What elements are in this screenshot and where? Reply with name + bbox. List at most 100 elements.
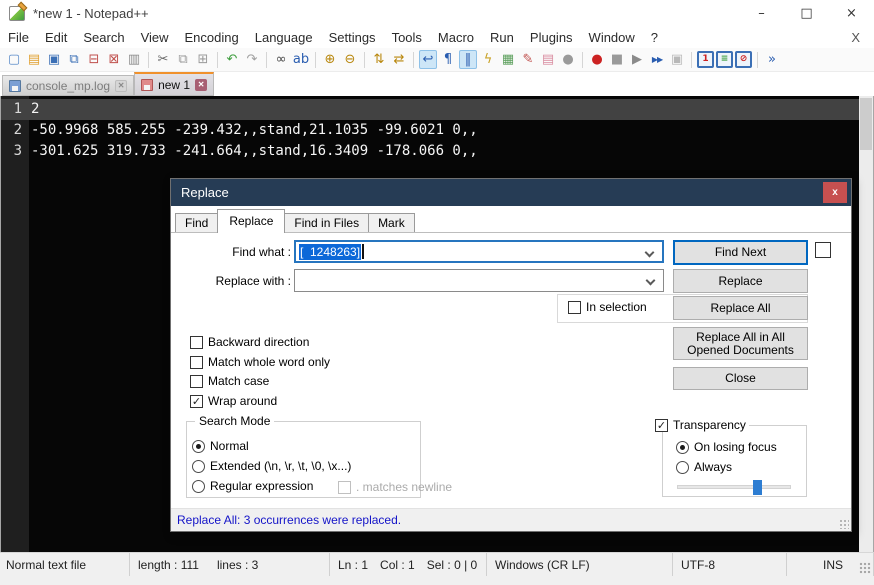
editor-line[interactable]: 2-50.9968 585.255 -239.432,,stand,21.103… <box>1 120 859 141</box>
macro-playback-icon[interactable]: ▶ <box>628 50 646 69</box>
tab-close-icon[interactable]: ✕ <box>115 80 127 92</box>
copy-icon[interactable]: ⧉ <box>174 50 192 69</box>
backward-direction-checkbox[interactable]: Backward direction <box>190 335 309 349</box>
print-icon[interactable]: ▥ <box>125 50 143 69</box>
undo-icon[interactable]: ↶ <box>223 50 241 69</box>
line-text[interactable]: -301.625 319.733 -241.664,,stand,16.3409… <box>29 141 478 162</box>
function-completion-icon[interactable]: ϟ <box>479 50 497 69</box>
sync-horizontal-scrolling-icon[interactable]: ⇄ <box>390 50 408 69</box>
search-mode-normal-radio[interactable]: Normal <box>192 439 249 453</box>
menu-item-plugins[interactable]: Plugins <box>522 28 581 47</box>
sync-vertical-scrolling-icon[interactable]: ⇅ <box>370 50 388 69</box>
file-monitoring-icon[interactable]: ● <box>559 50 577 69</box>
search-mode-extended-radio[interactable]: Extended (\n, \r, \t, \0, \x...) <box>192 459 351 473</box>
close-all-icon[interactable]: ⊠ <box>105 50 123 69</box>
macro-stop-icon[interactable]: ■ <box>608 50 626 69</box>
tab-close-icon[interactable]: ✕ <box>195 79 207 91</box>
status-lines: lines : 3 <box>217 558 258 572</box>
menu-item-settings[interactable]: Settings <box>321 28 384 47</box>
wrap-around-checkbox[interactable]: ✓ Wrap around <box>190 394 277 408</box>
find-what-combobox[interactable]: [ 1248263] <box>294 240 664 263</box>
title-bar[interactable]: *new 1 - Notepad++ – □ × <box>0 0 874 26</box>
macro-save-icon[interactable]: ▣ <box>668 50 686 69</box>
on-losing-focus-radio[interactable]: On losing focus <box>676 440 777 454</box>
line-number[interactable]: 2 <box>1 120 29 141</box>
minimize-icon[interactable]: – <box>739 0 784 26</box>
menu-item-file[interactable]: File <box>0 28 37 47</box>
menu-item-tools[interactable]: Tools <box>384 28 430 47</box>
menu-item-language[interactable]: Language <box>247 28 321 47</box>
toolbar-separator <box>691 52 692 68</box>
close-file-icon[interactable]: ⊟ <box>85 50 103 69</box>
open-folder-icon[interactable]: ▤ <box>25 50 43 69</box>
maximize-icon[interactable]: □ <box>784 0 829 26</box>
dialog-resize-grip[interactable] <box>839 519 849 529</box>
redo-icon[interactable]: ↷ <box>243 50 261 69</box>
chevron-down-icon[interactable] <box>646 276 656 286</box>
replace-all-button[interactable]: Replace All <box>673 296 808 320</box>
show-all-characters-icon[interactable]: ¶ <box>439 50 457 69</box>
replace-button[interactable]: Replace <box>673 269 808 293</box>
zoom-in-icon[interactable]: ⊕ <box>321 50 339 69</box>
editor-line[interactable]: 12 <box>1 99 859 120</box>
transparency-checkbox[interactable]: ✓ Transparency <box>652 418 749 432</box>
macro-record-icon[interactable]: ● <box>588 50 606 69</box>
paste-icon[interactable]: ⊞ <box>194 50 212 69</box>
find-next-button[interactable]: Find Next <box>673 240 808 265</box>
chevron-down-icon[interactable] <box>645 248 655 258</box>
edit-marker-icon[interactable]: ✎ <box>519 50 537 69</box>
document-map-icon[interactable]: ▦ <box>499 50 517 69</box>
transparency-slider[interactable] <box>677 485 791 489</box>
line-number[interactable]: 3 <box>1 141 29 162</box>
macro-run-multiple-icon[interactable]: ▶▶ <box>648 50 666 69</box>
line-number-margin[interactable] <box>1 96 29 552</box>
document-close-x-button[interactable]: X <box>837 30 874 45</box>
cut-icon[interactable]: ✂ <box>154 50 172 69</box>
word-wrap-icon[interactable]: ↩ <box>419 50 437 69</box>
menu-item-help[interactable]: ? <box>643 28 666 47</box>
bookmark-clear-icon[interactable]: ⊘ <box>735 51 752 68</box>
find-icon[interactable]: ∞ <box>272 50 290 69</box>
menu-item-encoding[interactable]: Encoding <box>177 28 247 47</box>
replace-with-combobox[interactable] <box>294 269 664 292</box>
menu-item-macro[interactable]: Macro <box>430 28 482 47</box>
replace-icon[interactable]: ab <box>292 50 310 69</box>
editor-vertical-scrollbar[interactable] <box>859 96 873 552</box>
always-radio[interactable]: Always <box>676 460 732 474</box>
match-whole-word-checkbox[interactable]: Match whole word only <box>190 355 330 369</box>
search-mode-regex-radio[interactable]: Regular expression <box>192 479 313 493</box>
close-button[interactable]: Close <box>673 367 808 390</box>
save-all-icon[interactable]: ⧉ <box>65 50 83 69</box>
close-icon[interactable]: × <box>829 0 874 26</box>
two-buttons-mode-checkbox[interactable] <box>815 242 831 258</box>
indent-guide-icon[interactable]: ‖ <box>459 50 477 69</box>
new-file-icon[interactable]: ▢ <box>5 50 23 69</box>
window-resize-grip[interactable] <box>859 562 871 574</box>
menu-item-edit[interactable]: Edit <box>37 28 75 47</box>
line-text[interactable]: -50.9968 585.255 -239.432,,stand,21.1035… <box>29 120 478 141</box>
menu-item-view[interactable]: View <box>133 28 177 47</box>
status-length: length : 111 <box>138 558 199 572</box>
project-panel-icon[interactable]: ▤ <box>539 50 557 69</box>
bookmark-lines-icon[interactable]: ≡ <box>716 51 733 68</box>
scrollbar-thumb[interactable] <box>860 98 872 150</box>
save-icon[interactable]: ▣ <box>45 50 63 69</box>
match-case-checkbox[interactable]: Match case <box>190 374 269 388</box>
dot-matches-newline-checkbox: . matches newline <box>338 480 452 494</box>
menu-item-search[interactable]: Search <box>75 28 132 47</box>
in-selection-checkbox[interactable]: In selection <box>568 300 647 314</box>
tab-new-1[interactable]: new 1 ✕ <box>134 72 214 96</box>
menu-item-run[interactable]: Run <box>482 28 522 47</box>
editor-line[interactable]: 3-301.625 319.733 -241.664,,stand,16.340… <box>1 141 859 162</box>
toolbar-overflow-icon[interactable]: » <box>763 50 781 69</box>
notepad-plus-plus-logo-icon <box>9 6 25 21</box>
replace-all-in-all-opened-documents-button[interactable]: Replace All in All Opened Documents <box>673 327 808 360</box>
line-number[interactable]: 1 <box>1 99 29 120</box>
line-text[interactable]: 2 <box>29 99 39 120</box>
tab-console-mp-log[interactable]: console_mp.log ✕ <box>2 75 134 96</box>
dialog-tab-replace[interactable]: Replace <box>217 209 285 233</box>
zoom-out-icon[interactable]: ⊖ <box>341 50 359 69</box>
menu-item-window[interactable]: Window <box>581 28 643 47</box>
slider-thumb[interactable] <box>753 480 762 495</box>
bookmark-toggle-icon[interactable]: 1 <box>697 51 714 68</box>
